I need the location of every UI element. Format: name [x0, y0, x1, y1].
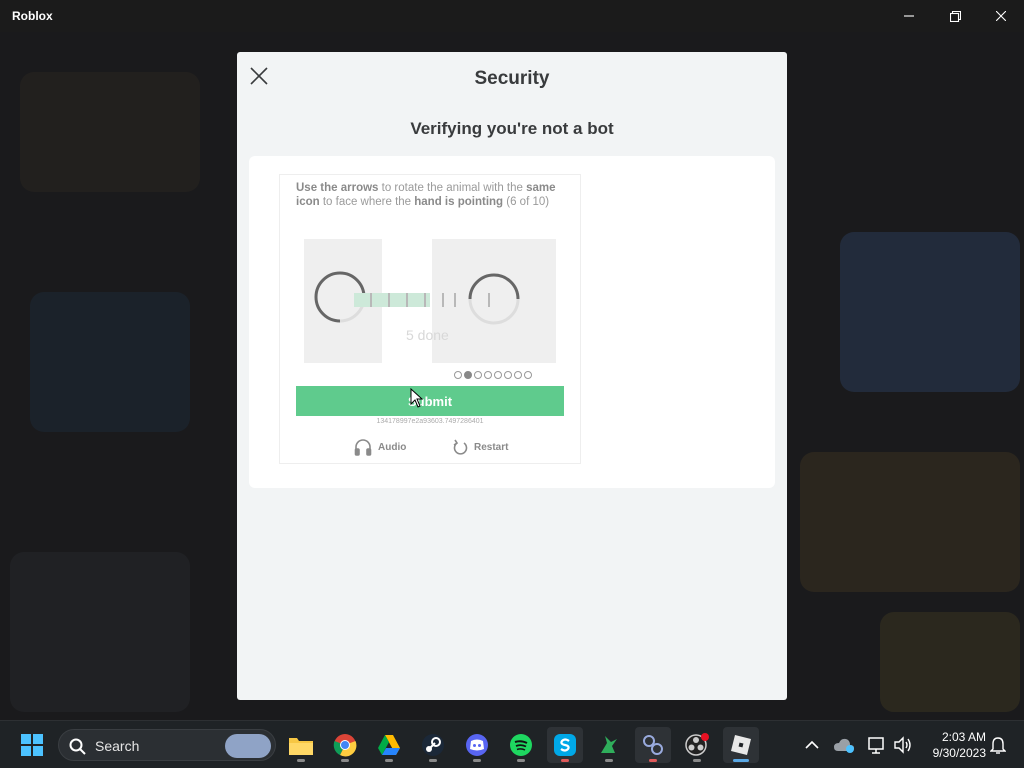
captcha-instructions: Use the arrows to rotate the animal with…	[296, 182, 556, 208]
obs-button[interactable]	[679, 727, 715, 763]
progress-done-text: 5 done	[406, 327, 449, 343]
modal-title: Security	[474, 68, 550, 89]
window-title: Roblox	[12, 9, 53, 23]
mouse-cursor-icon	[410, 388, 424, 408]
page-dots	[454, 371, 532, 379]
restore-button[interactable]	[932, 0, 978, 32]
captcha-card: Use the arrows to rotate the animal with…	[249, 156, 775, 488]
chrome-icon	[333, 734, 357, 757]
file-explorer-icon	[289, 738, 313, 755]
discord-icon	[466, 734, 488, 756]
google-drive-icon	[378, 735, 400, 755]
cloud-icon	[834, 738, 854, 753]
close-window-button[interactable]	[978, 0, 1024, 32]
bird-app-button[interactable]	[591, 727, 627, 763]
chevron-up-icon	[805, 740, 819, 749]
chrome-button[interactable]	[327, 727, 363, 763]
steam-button[interactable]	[415, 727, 451, 763]
page-dot	[474, 371, 482, 379]
page-dot	[504, 371, 512, 379]
spotify-icon	[510, 734, 532, 756]
taskbar-search[interactable]: Search	[58, 729, 276, 761]
page-dot	[494, 371, 502, 379]
clock-time: 2:03 AM	[941, 730, 986, 744]
restart-label: Restart	[474, 441, 509, 453]
audio-button[interactable]: Audio	[354, 438, 406, 456]
minimize-button[interactable]	[886, 0, 932, 32]
taskbar: Search 2:03 AM 9/30/2023	[0, 720, 1024, 768]
restore-icon	[949, 10, 961, 22]
search-label: Search	[95, 738, 140, 754]
obs-icon	[685, 733, 709, 756]
bird-app-icon	[601, 736, 617, 753]
security-modal: Security Verifying you're not a bot Use …	[237, 52, 787, 700]
page-dot	[464, 371, 472, 379]
window-titlebar: Roblox	[0, 0, 1024, 32]
roblox-button[interactable]	[723, 727, 759, 763]
file-explorer-button[interactable]	[283, 727, 319, 763]
restart-button[interactable]: Restart	[452, 438, 508, 456]
audio-label: Audio	[378, 441, 407, 453]
modal-subtitle: Verifying you're not a bot	[410, 119, 614, 138]
submit-button[interactable]: Submit	[296, 386, 564, 416]
search-icon	[69, 738, 86, 755]
google-drive-button[interactable]	[371, 727, 407, 763]
headphones-icon	[354, 439, 372, 456]
page-dot	[484, 371, 492, 379]
page-dot	[514, 371, 522, 379]
windows-icon	[21, 734, 43, 756]
captcha-frame: Use the arrows to rotate the animal with…	[279, 174, 581, 464]
page-dot	[454, 371, 462, 379]
close-icon	[996, 11, 1006, 21]
roblox-icon	[731, 735, 751, 755]
clock-date: 9/30/2023	[932, 746, 986, 760]
show-hidden-icons-button[interactable]	[796, 727, 828, 763]
gamepad-app-icon	[643, 735, 663, 755]
skype-button[interactable]	[547, 727, 583, 763]
discord-button[interactable]	[459, 727, 495, 763]
bell-icon	[990, 737, 1006, 754]
spotify-button[interactable]	[503, 727, 539, 763]
steam-icon	[422, 734, 444, 756]
page-dot	[524, 371, 532, 379]
session-id: 134178997e2a93603.7497286401	[376, 418, 484, 425]
progress-bar	[354, 293, 504, 307]
skype-icon	[554, 734, 576, 756]
network-icon	[868, 737, 884, 754]
search-highlight-image	[225, 734, 271, 758]
start-button[interactable]	[14, 727, 50, 763]
gamepad-app-button[interactable]	[635, 727, 671, 763]
minimize-icon	[904, 15, 914, 17]
volume-icon	[894, 736, 911, 754]
restart-icon	[453, 439, 468, 455]
taskbar-clock[interactable]: 2:03 AM 9/30/2023	[920, 729, 986, 761]
onedrive-button[interactable]	[828, 727, 860, 763]
notifications-button[interactable]	[984, 727, 1012, 763]
volume-button[interactable]	[888, 727, 918, 763]
